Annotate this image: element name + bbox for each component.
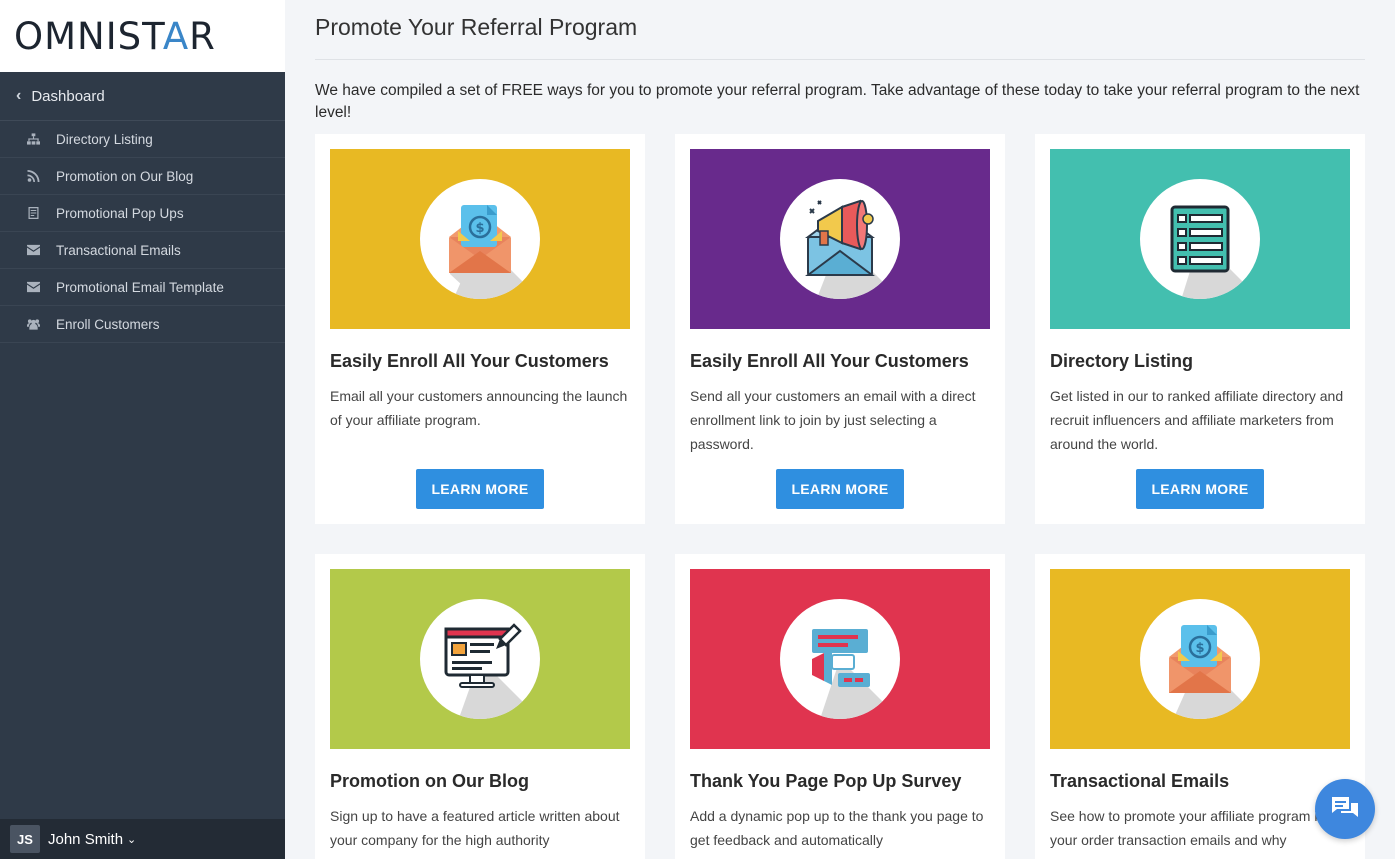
card-image: $ [330, 149, 630, 329]
megaphone-envelope-icon [805, 199, 900, 299]
money-envelope-icon: $ [1169, 625, 1260, 719]
sidebar-item-promotional-email-template[interactable]: Promotional Email Template [0, 269, 285, 306]
card-description: Sign up to have a featured article writt… [330, 808, 620, 848]
logo-text-end: R [189, 14, 216, 58]
card-title: Easily Enroll All Your Customers [690, 351, 969, 371]
user-name: John Smith [48, 830, 124, 848]
sidebar-item-label: Directory Listing [56, 131, 153, 147]
promo-card: Thank You Page Pop Up Survey Add a dynam… [675, 554, 1005, 859]
card-description: Add a dynamic pop up to the thank you pa… [690, 808, 984, 848]
card-description: See how to promote your affiliate progra… [1050, 808, 1326, 848]
card-image [1050, 149, 1350, 329]
intro-text: We have compiled a set of FREE ways for … [315, 82, 1360, 121]
promo-card: Directory Listing Get listed in our to r… [1035, 134, 1365, 524]
card-image [690, 569, 990, 749]
chat-button[interactable] [1315, 779, 1375, 839]
svg-text:$: $ [475, 221, 484, 236]
rss-icon [26, 170, 40, 182]
sidebar-item-label: Enroll Customers [56, 316, 160, 332]
icon-circle [1140, 179, 1260, 299]
card-title: Thank You Page Pop Up Survey [690, 771, 962, 791]
sidebar-item-directory-listing[interactable]: Directory Listing [0, 121, 285, 158]
dashboard-back-link[interactable]: ‹ Dashboard [0, 72, 285, 121]
svg-text:$: $ [1195, 641, 1204, 656]
promo-card: $ Easily Enroll All Your Customers Email… [315, 134, 645, 524]
learn-more-button[interactable]: LEARN MORE [776, 469, 904, 509]
sidebar-item-transactional-emails[interactable]: Transactional Emails [0, 232, 285, 269]
envelope-icon [26, 244, 40, 256]
sidebar-item-label: Transactional Emails [56, 242, 181, 258]
chat-icon [1332, 797, 1358, 817]
icon-circle [780, 599, 900, 719]
chevron-down-icon: ⌄ [127, 833, 137, 846]
popup-icon [26, 207, 40, 219]
promo-card: Promotion on Our Blog Sign up to have a … [315, 554, 645, 859]
divider [315, 59, 1365, 60]
icon-circle [420, 599, 540, 719]
icon-circle [780, 179, 900, 299]
card-image: $ [1050, 569, 1350, 749]
omnistar-logo[interactable]: OMNISTAR [14, 15, 216, 58]
users-icon [26, 318, 40, 330]
icon-circle: $ [1140, 599, 1260, 719]
user-menu[interactable]: JS John Smith ⌄ [0, 819, 285, 859]
promo-card: Easily Enroll All Your Customers Send al… [675, 134, 1005, 524]
card-title: Promotion on Our Blog [330, 771, 529, 791]
chevron-left-icon: ‹ [16, 87, 22, 104]
popup-megaphone-icon [812, 629, 900, 719]
sidebar-item-blog-promotion[interactable]: Promotion on Our Blog [0, 158, 285, 195]
logo-area: OMNISTAR [0, 0, 285, 72]
page-title: Promote Your Referral Program [315, 14, 638, 40]
card-description: Get listed in our to ranked affiliate di… [1050, 388, 1344, 452]
card-image [330, 569, 630, 749]
card-title: Easily Enroll All Your Customers [330, 351, 609, 371]
card-title: Transactional Emails [1050, 771, 1230, 791]
sitemap-icon [26, 133, 40, 145]
sidebar-item-label: Promotion on Our Blog [56, 168, 194, 184]
avatar: JS [10, 825, 40, 853]
blog-monitor-icon [444, 623, 540, 719]
main-content: Promote Your Referral Program We have co… [285, 0, 1395, 859]
list-icon [1170, 205, 1260, 299]
logo-text-start: OMNIST [14, 14, 163, 58]
money-envelope-icon: $ [449, 205, 540, 299]
sidebar-item-label: Promotional Pop Ups [56, 205, 184, 221]
card-description: Email all your customers announcing the … [330, 388, 628, 428]
envelope-icon [26, 281, 40, 293]
logo-text-star: A [162, 14, 190, 58]
sidebar: OMNISTAR ‹ Dashboard Directory Listing P… [0, 0, 285, 859]
card-title: Directory Listing [1050, 351, 1194, 371]
card-description: Send all your customers an email with a … [690, 388, 976, 452]
learn-more-button[interactable]: LEARN MORE [416, 469, 544, 509]
sidebar-item-enroll-customers[interactable]: Enroll Customers [0, 306, 285, 343]
sidebar-item-promotional-pop-ups[interactable]: Promotional Pop Ups [0, 195, 285, 232]
learn-more-button[interactable]: LEARN MORE [1136, 469, 1264, 509]
icon-circle: $ [420, 179, 540, 299]
dashboard-label: Dashboard [31, 87, 105, 105]
card-image [690, 149, 990, 329]
sidebar-item-label: Promotional Email Template [56, 279, 224, 295]
